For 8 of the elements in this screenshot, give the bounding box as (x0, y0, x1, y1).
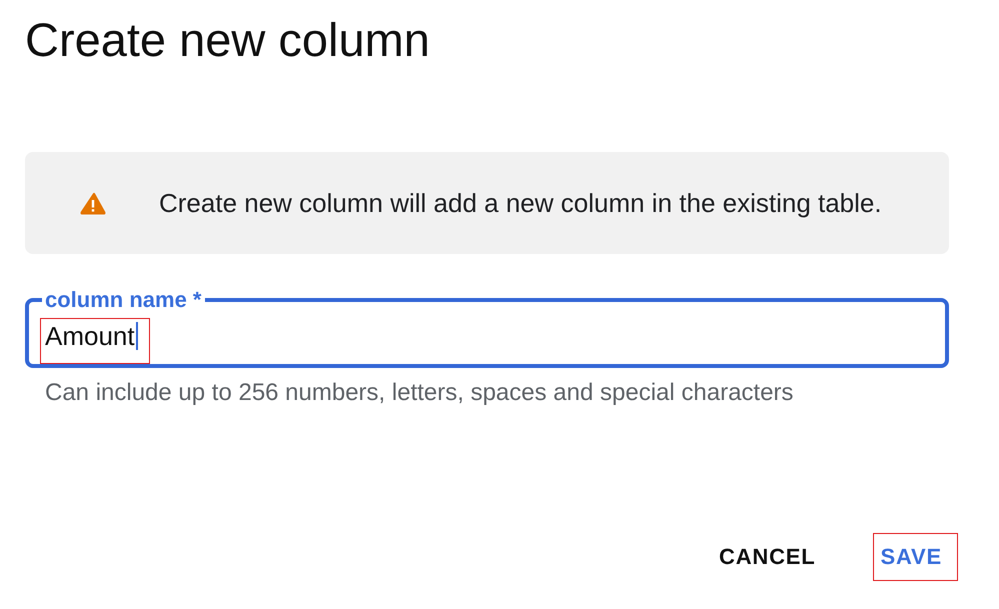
dialog-title: Create new column (25, 14, 431, 66)
text-cursor-icon (136, 322, 138, 350)
field-value: Amount (45, 321, 135, 351)
save-button[interactable]: SAVE (872, 533, 958, 581)
cancel-button[interactable]: CANCEL (711, 533, 832, 581)
notice-text: Create new column will add a new column in the existing table. (159, 188, 882, 218)
field-label: column name * (44, 287, 202, 313)
helper-text: Can include up to 256 numbers, letters, spaces and special characters (44, 380, 794, 406)
